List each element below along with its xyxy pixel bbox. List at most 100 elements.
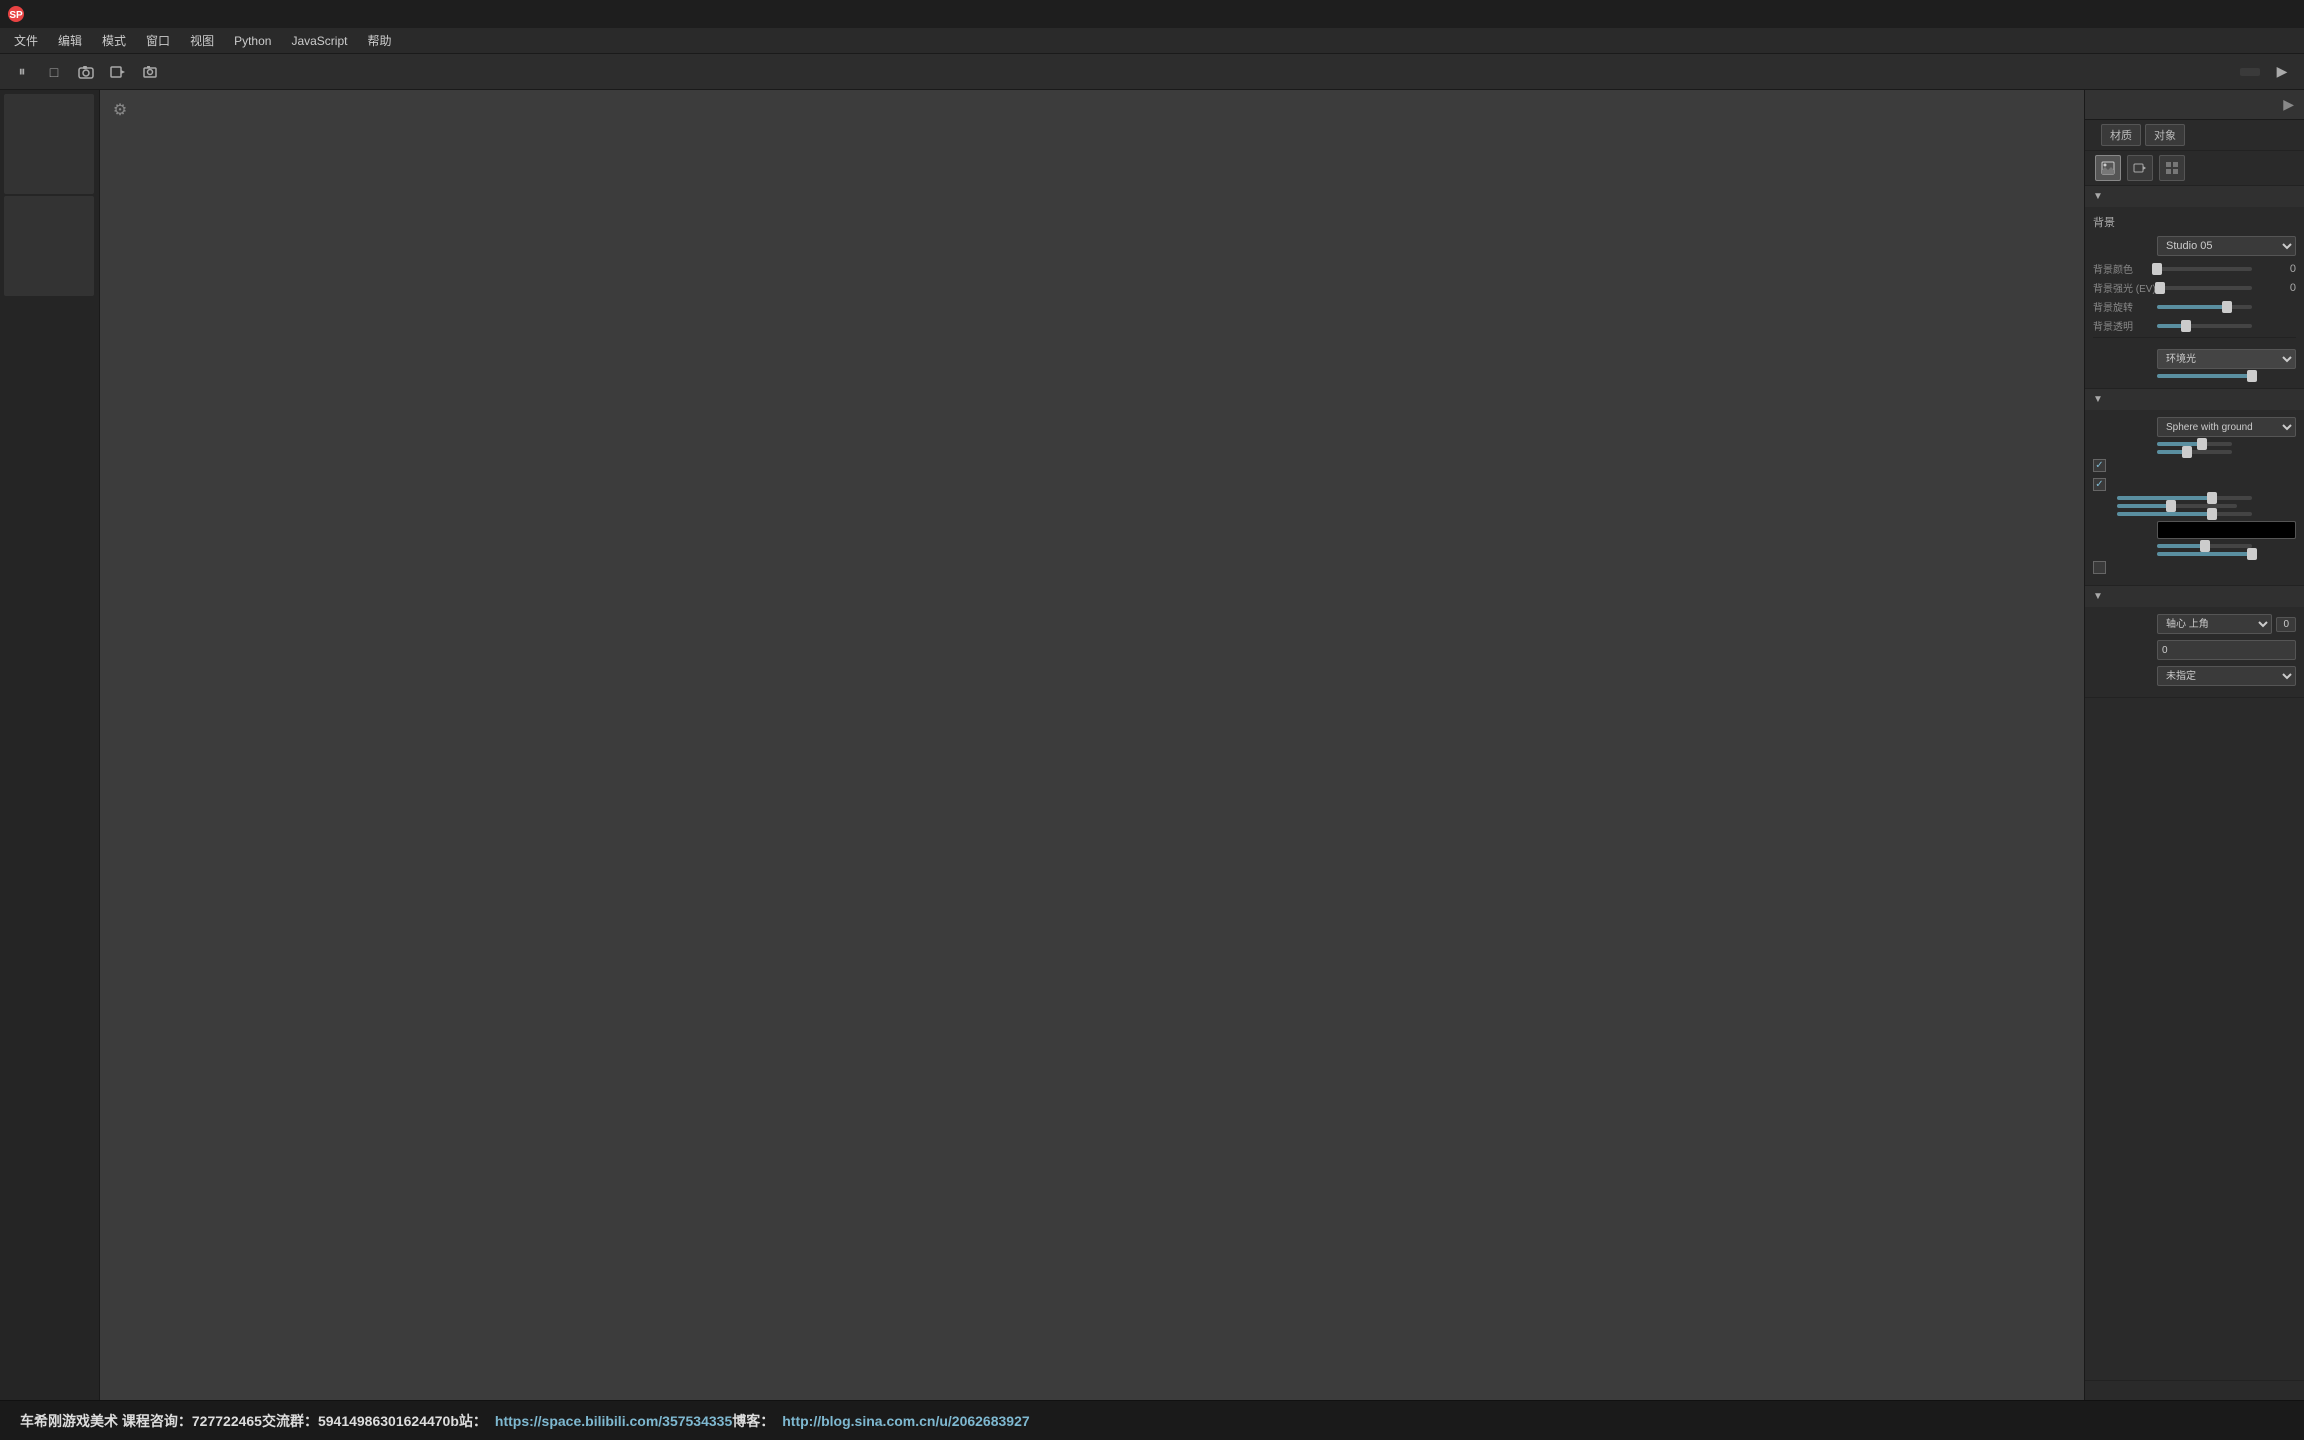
dome-scale-slider[interactable] xyxy=(2157,450,2232,454)
menu-window[interactable]: 窗口 xyxy=(136,29,180,52)
visible-checkbox[interactable] xyxy=(2093,561,2106,574)
thumbnail-2[interactable] xyxy=(4,196,94,296)
video-button[interactable] xyxy=(104,58,132,86)
bg-exposure-slider[interactable] xyxy=(2160,286,2252,290)
compare-select[interactable]: 未指定 xyxy=(2157,666,2296,686)
bg-transparent-label: 背景透明 xyxy=(2093,318,2153,333)
bg-exposure-row: 背景强光 (EV) 0 xyxy=(2093,278,2296,297)
visible-row xyxy=(2093,558,2296,577)
pause-button[interactable]: ⏸ xyxy=(8,58,36,86)
bg-transparent-slider[interactable] xyxy=(2157,324,2252,328)
dome-x-row xyxy=(2093,494,2296,502)
shadow-strength-slider[interactable] xyxy=(2157,374,2252,378)
floor-color-checkbox[interactable]: ✓ xyxy=(2093,459,2106,472)
menu-mode[interactable]: 模式 xyxy=(92,29,136,52)
menu-file[interactable]: 文件 xyxy=(4,29,48,52)
texture-select[interactable]: Studio 05 xyxy=(2157,236,2296,256)
divider-1 xyxy=(2093,337,2296,338)
status-hint xyxy=(2280,1415,2284,1427)
icon-grid[interactable] xyxy=(2159,155,2185,181)
bg-rotation-slider[interactable] xyxy=(2157,305,2252,309)
glossiness-row xyxy=(2093,542,2296,550)
bg-color-label: 背景颜色 xyxy=(2093,261,2153,276)
thumbnail-1[interactable] xyxy=(4,94,94,194)
dome-type-row: Sphere with ground xyxy=(2093,414,2296,440)
background-section: ▼ 背景 Studio 05 背景颜色 xyxy=(2085,186,2304,389)
camera-section-content: 轴心 上角 0 未指定 xyxy=(2085,607,2304,697)
view-mode-object[interactable]: 对象 xyxy=(2145,124,2185,146)
viewport[interactable]: ⚙ xyxy=(100,90,2084,1400)
main-layout: ⚙ ▶ 材质 对象 xyxy=(0,90,2304,1400)
status-bar: 车希刚游戏美术 课程咨询： 727722465 交流群： 59414986 30… xyxy=(0,1400,2304,1440)
dome-z-slider[interactable] xyxy=(2117,512,2252,516)
right-panel: ▶ 材质 对象 xyxy=(2084,90,2304,1400)
status-group-label: 交流群： xyxy=(262,1411,318,1431)
lens-input[interactable] xyxy=(2157,640,2296,660)
bg-sub-label-row: 背景 xyxy=(2093,211,2296,233)
main-viewport-canvas xyxy=(100,90,2084,1400)
camera-button[interactable] xyxy=(72,58,100,86)
icon-image[interactable] xyxy=(2095,155,2121,181)
maximize-button[interactable] xyxy=(2236,0,2264,28)
icon-row xyxy=(2085,151,2304,186)
close-button[interactable] xyxy=(2268,0,2296,28)
menu-bar: 文件 编辑 模式 窗口 视图 Python JavaScript 帮助 xyxy=(0,28,2304,54)
icon-video[interactable] xyxy=(2127,155,2153,181)
view-mode-options: 材质 对象 xyxy=(2101,124,2185,146)
projection-select[interactable]: 轴心 上角 xyxy=(2157,614,2272,634)
floor-color-row: ✓ xyxy=(2093,456,2296,475)
dome-radius-slider[interactable] xyxy=(2157,442,2232,446)
dome-arrow: ▼ xyxy=(2093,394,2103,405)
bottom-hint xyxy=(2085,1380,2304,1400)
status-phone: 727722465 xyxy=(192,1413,262,1429)
status-bilibili-label: b站： xyxy=(450,1411,487,1431)
dome-type-select[interactable]: Sphere with ground xyxy=(2157,417,2296,437)
minimize-button[interactable] xyxy=(2204,0,2232,28)
dome-section: ▼ Sphere with ground xyxy=(2085,389,2304,586)
status-blog-url[interactable]: http://blog.sina.com.cn/u/2062683927 xyxy=(782,1413,1029,1429)
background-section-header[interactable]: ▼ xyxy=(2085,186,2304,207)
display-settings-label[interactable] xyxy=(2240,68,2260,76)
dome-y-row xyxy=(2093,502,2296,510)
bg-transparent-row: 背景透明 xyxy=(2093,316,2296,335)
app-icon: SP xyxy=(8,6,24,22)
texture-row: Studio 05 xyxy=(2093,233,2296,259)
shadow-intensity-slider[interactable] xyxy=(2157,552,2252,556)
menu-view[interactable]: 视图 xyxy=(180,29,224,52)
status-group2: 301624470 xyxy=(380,1413,450,1429)
bg-exposure-label: 背景强光 (EV) xyxy=(2093,280,2156,295)
floor-checkbox[interactable]: ✓ xyxy=(2093,478,2106,491)
viewport-content: ⚙ xyxy=(100,90,2084,1400)
dome-section-header[interactable]: ▼ xyxy=(2085,389,2304,410)
menu-javascript[interactable]: JavaScript xyxy=(281,31,357,51)
shadow-mode-select[interactable]: 环境光 xyxy=(2157,349,2296,369)
panel-header: ▶ xyxy=(2085,90,2304,120)
dome-z-row xyxy=(2093,510,2296,518)
background-arrow: ▼ xyxy=(2093,191,2103,202)
view-mode-texture[interactable]: 材质 xyxy=(2101,124,2141,146)
bg-rotation-label: 背景旋转 xyxy=(2093,299,2153,314)
status-bilibili-url[interactable]: https://space.bilibili.com/357534335 xyxy=(495,1413,732,1429)
panel-close-icon[interactable]: ▶ xyxy=(2283,96,2294,113)
dome-y-slider[interactable] xyxy=(2117,504,2237,508)
screenshot-button[interactable] xyxy=(136,58,164,86)
title-bar: SP xyxy=(0,0,2304,28)
window-controls xyxy=(2204,0,2296,28)
shadow-mode-row: 环境光 xyxy=(2093,346,2296,372)
dome-x-slider[interactable] xyxy=(2117,496,2252,500)
frame-button[interactable]: □ xyxy=(40,58,68,86)
menu-edit[interactable]: 编辑 xyxy=(48,29,92,52)
bg-color-slider[interactable] xyxy=(2157,267,2252,271)
glossiness-slider[interactable] xyxy=(2157,544,2252,548)
fov-button[interactable]: 0 xyxy=(2276,617,2296,632)
menu-python[interactable]: Python xyxy=(224,31,281,51)
camera-section-header[interactable]: ▼ xyxy=(2085,586,2304,607)
reflectivity-row xyxy=(2093,518,2296,542)
viewport-gear-icon[interactable]: ⚙ xyxy=(108,98,132,122)
panel-expand-button[interactable]: ▶ xyxy=(2268,58,2296,86)
bg-exposure-value: 0 xyxy=(2256,282,2296,294)
menu-help[interactable]: 帮助 xyxy=(357,29,401,52)
bg-sub-label: 背景 xyxy=(2093,214,2153,230)
reflectivity-color[interactable] xyxy=(2157,521,2296,539)
lens-row xyxy=(2093,637,2296,663)
